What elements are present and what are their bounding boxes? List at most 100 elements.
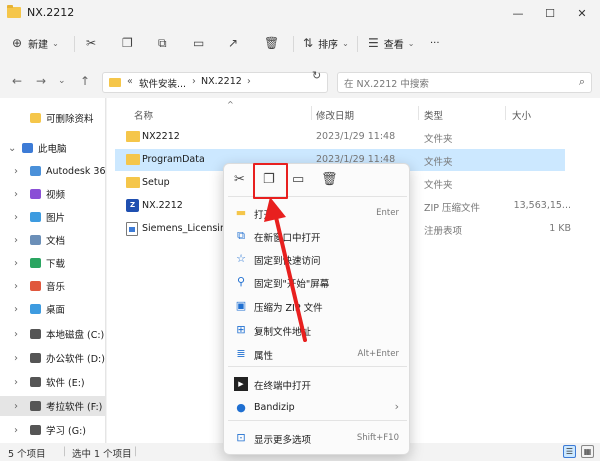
back-icon[interactable]: ← [12,74,22,88]
sidebar-item[interactable]: › 音乐 [0,276,105,296]
refresh-icon[interactable]: ↻ [312,69,321,82]
registry-icon [126,222,138,236]
address-bar[interactable]: « 软件安装... › NX.2212 › ⌄ [102,72,405,93]
menu-item[interactable]: ▶ 在终端中打开 [228,373,407,395]
picture-icon [30,212,41,222]
rename-icon[interactable]: ▭ [292,172,304,187]
sort-button[interactable]: ⇅ 排序 ⌄ [303,34,349,52]
share-button[interactable]: ↗ [228,34,238,52]
zip-icon: Z [126,199,139,212]
sidebar-item[interactable]: › Autodesk 360 [0,161,105,181]
menu-item[interactable]: ▣ 压缩为 ZIP 文件 [228,295,407,317]
cell-type: 文件夹 [424,180,453,191]
menu-item[interactable]: ⧉ 在新窗口中打开 [228,225,407,247]
search-input[interactable]: 在 NX.2212 中搜索 ⌕ [337,72,592,93]
chevron-right-icon[interactable]: › [14,329,18,340]
column-header-size[interactable]: 大小 [512,108,531,122]
computer-icon [22,143,33,153]
chevron-right-icon[interactable]: › [14,189,18,200]
download-icon [30,258,41,268]
drive-icon [30,329,41,339]
sidebar-item[interactable]: › 本地磁盘 (C:) [0,324,105,344]
breadcrumb-chevron[interactable]: › [247,76,251,87]
folder-icon [109,78,121,87]
chevron-right-icon[interactable]: › [14,235,18,246]
menu-item[interactable]: ● Bandizip › [228,397,407,419]
menu-item[interactable]: ☆ 固定到快速访问 [228,248,407,270]
details-view-icon[interactable]: ☰ [563,445,576,458]
sidebar-item[interactable]: ⌄ 此电脑 [0,138,105,158]
breadcrumb-segment[interactable]: 软件安装... [139,76,186,90]
menu-item[interactable]: ≣ 属性 Alt+Enter [228,343,407,365]
chevron-right-icon[interactable]: › [14,212,18,223]
view-icon: ☰ [368,36,379,50]
sidebar-item[interactable]: › 办公软件 (D:) [0,348,105,368]
column-header-type[interactable]: 类型 [424,108,443,122]
chevron-right-icon[interactable]: › [14,166,18,177]
sidebar-item[interactable]: › 图片 [0,207,105,227]
chevron-right-icon[interactable]: › [14,353,18,364]
menu-item[interactable]: ⊡ 显示更多选项 Shift+F10 [228,427,407,449]
menu-item-label: 在新窗口中打开 [254,233,321,244]
chevron-right-icon[interactable]: › [14,281,18,292]
menu-item[interactable]: ⚲ 固定到"开始"屏幕 [228,271,407,293]
cell-type: 文件夹 [424,134,453,145]
chevron-down-icon[interactable]: ⌄ [8,143,16,154]
menu-item[interactable]: ▬ 打开 Enter [228,202,407,224]
recent-locations-icon[interactable]: ⌄ [58,76,66,86]
delete-button[interactable]: 🗑 [264,34,279,52]
desktop-icon [30,304,41,314]
sidebar-item[interactable]: › 软件 (E:) [0,372,105,392]
folder-icon [30,113,41,123]
cut-icon[interactable]: ✂ [234,172,245,187]
new-button[interactable]: ⊕ 新建 ⌄ [12,34,59,52]
up-icon[interactable]: ↑ [80,74,90,88]
menu-item-label: 打开 [254,210,274,221]
tiles-view-icon[interactable]: ▦ [581,445,594,458]
sidebar-item-label: 软件 (E:) [46,378,85,389]
column-divider [418,106,419,120]
chevron-right-icon[interactable]: › [14,377,18,388]
menu-item-label: 显示更多选项 [254,435,312,446]
sidebar-item-label: 图片 [46,213,66,224]
cell-name: NX.2212 [142,200,183,211]
breadcrumb-chevron[interactable]: › [192,76,196,87]
drive-icon [30,353,41,363]
sidebar-item[interactable]: › 考拉软件 (F:) [0,396,105,416]
delete-icon[interactable]: 🗑 [321,172,338,187]
copy-button[interactable]: ❐ [122,34,133,52]
sidebar-item[interactable]: 可删除资料 [0,108,105,128]
maximize-button[interactable]: ☐ [540,4,560,22]
folder-icon [126,131,140,142]
properties-icon: ≣ [236,347,246,360]
search-placeholder: 在 NX.2212 中搜索 [344,79,429,90]
rename-button[interactable]: ▭ [193,34,204,52]
more-button[interactable]: ··· [430,34,440,52]
paste-button[interactable]: ⧉ [158,34,167,52]
cell-size: 13,563,15... [513,200,571,211]
breadcrumb-overflow[interactable]: « [127,76,133,87]
close-button[interactable]: ✕ [572,4,592,22]
column-header-modified[interactable]: 修改日期 [316,108,354,122]
sidebar-item[interactable]: › 视频 [0,184,105,204]
sidebar-item[interactable]: › 桌面 [0,299,105,319]
menu-item-label: Bandizip [254,402,295,413]
chevron-right-icon[interactable]: › [14,401,18,412]
cut-button[interactable]: ✂ [86,34,96,52]
sidebar-item[interactable]: › 文档 [0,230,105,250]
view-button[interactable]: ☰ 查看 ⌄ [368,34,414,52]
breadcrumb-segment[interactable]: NX.2212 [201,76,242,87]
chevron-right-icon[interactable]: › [14,258,18,269]
chevron-right-icon[interactable]: › [14,425,18,436]
minimize-button[interactable]: — [508,4,528,22]
column-header-name[interactable]: 名称 [134,108,153,122]
drive-icon [30,425,41,435]
view-label: 查看 [383,39,404,51]
chevron-right-icon[interactable]: › [14,304,18,315]
sidebar-item[interactable]: › 学习 (G:) [0,420,105,440]
folder-icon: ▬ [235,206,247,219]
sidebar-item[interactable]: › 下载 [0,253,105,273]
menu-item[interactable]: ⊞ 复制文件地址 [228,319,407,341]
table-row[interactable]: NX2212 2023/1/29 11:48 文件夹 [115,126,565,148]
forward-icon[interactable]: → [36,74,46,88]
